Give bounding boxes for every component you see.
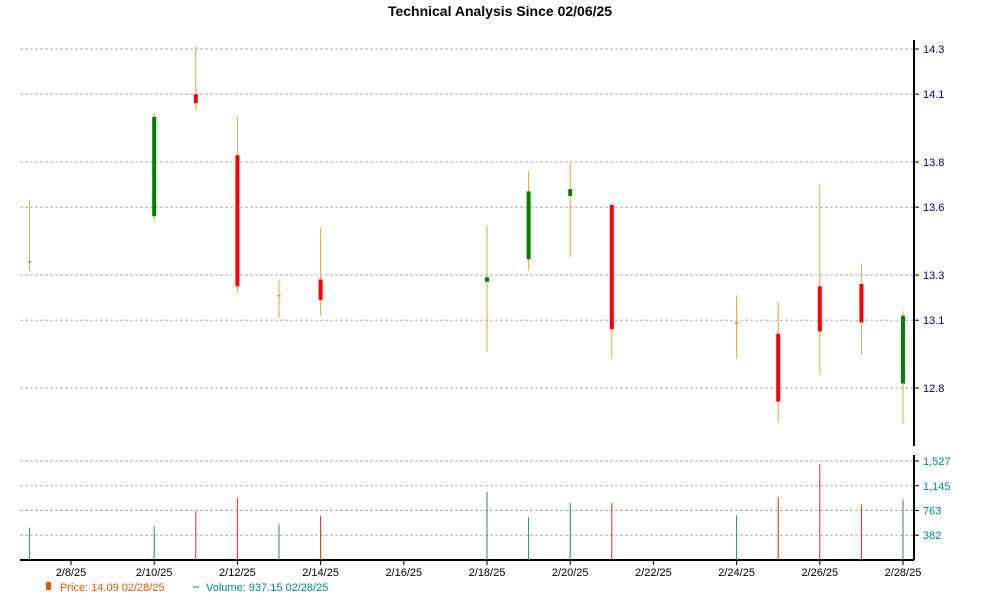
volume-tick-label: 1,527 <box>923 456 951 468</box>
chart-canvas: Technical Analysis Since 02/06/25 12.8 13… <box>20 3 951 594</box>
price-tick-label: 12.8 <box>923 383 944 395</box>
candle-body <box>568 189 573 196</box>
date-tick-label: 2/22/25 <box>635 567 672 579</box>
legend: Price: 14.09 02/28/25 Volume: 937.15 02/… <box>46 582 328 594</box>
date-tick-label: 2/28/25 <box>885 567 922 579</box>
candle-body <box>609 204 614 330</box>
date-tick-label: 2/20/25 <box>552 567 589 579</box>
volume-tick-label: 1,145 <box>923 481 951 493</box>
price-tick-label: 13.8 <box>923 157 944 169</box>
date-tick-label: 2/24/25 <box>718 567 755 579</box>
price-legend-swatch <box>46 582 51 590</box>
candle-layer <box>27 46 905 425</box>
candle-body <box>152 116 157 217</box>
volume-tick-label: 382 <box>923 530 941 542</box>
price-tick-label: 14.3 <box>923 44 944 56</box>
candle-body <box>817 286 822 332</box>
date-tick-label: 2/8/25 <box>56 567 87 579</box>
volume-tick-label: 763 <box>923 506 941 518</box>
candle-body <box>734 322 739 324</box>
price-tick-label: 14.1 <box>923 89 944 101</box>
chart-stage: Technical Analysis Since 02/06/25 12.8 13… <box>0 0 1000 600</box>
date-tick-label: 2/14/25 <box>302 567 339 579</box>
date-tick-label: 2/12/25 <box>219 567 256 579</box>
axis-layer: 12.8 13.1 13.3 13.6 13.8 14.1 14.3 382 763 1,145 1… <box>20 40 951 579</box>
candle-body <box>27 261 32 263</box>
candle-body <box>901 315 905 384</box>
chart-title: Technical Analysis Since 02/06/25 <box>388 3 612 19</box>
candle-body <box>526 191 531 260</box>
candle-body <box>485 277 489 282</box>
date-tick-label: 2/10/25 <box>136 567 173 579</box>
candle-body <box>859 284 864 323</box>
price-tick-label: 13.3 <box>923 270 944 282</box>
candle-body <box>277 295 281 297</box>
volume-legend-text: Volume: 937.15 02/28/25 <box>206 582 328 594</box>
price-tick-label: 13.1 <box>923 315 944 327</box>
price-tick-label: 13.6 <box>923 202 944 214</box>
price-legend-text: Price: 14.09 02/28/25 <box>60 582 165 594</box>
volume-layer <box>28 464 904 560</box>
candle-body <box>235 155 240 287</box>
date-tick-label: 2/18/25 <box>469 567 506 579</box>
date-tick-label: 2/16/25 <box>385 567 422 579</box>
candle-body <box>776 333 781 402</box>
date-tick-label: 2/26/25 <box>801 567 838 579</box>
candle-body <box>318 279 323 300</box>
candle-body <box>193 94 198 104</box>
